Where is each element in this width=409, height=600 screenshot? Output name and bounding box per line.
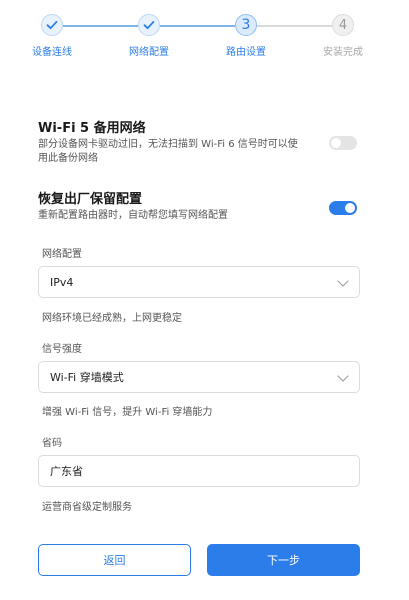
province-hint: 运营商省级定制服务 — [42, 502, 132, 513]
setup-stepper: 设备连线 网络配置 3 路由设置 4 安装完成 — [0, 14, 409, 64]
signal-strength-label: 信号强度 — [42, 344, 82, 355]
toggle-knob — [345, 203, 355, 213]
network-config-label: 网络配置 — [42, 249, 82, 260]
step-check-icon — [41, 14, 63, 36]
toggle-knob — [331, 138, 341, 148]
step-number: 3 — [235, 14, 257, 36]
province-value: 广东省 — [50, 465, 83, 478]
back-button[interactable]: 返回 — [38, 544, 191, 576]
restore-factory-description: 重新配置路由器时，自动帮您填写网络配置 — [38, 210, 228, 221]
network-config-value: IPv4 — [50, 275, 74, 289]
signal-strength-select[interactable]: Wi-Fi 穿墙模式 — [38, 361, 360, 393]
step-label: 路由设置 — [226, 47, 266, 58]
wifi5-backup-description: 部分设备网卡驱动过旧，无法扫描到 Wi-Fi 6 信号时可以使用此备份网络 — [38, 139, 298, 164]
step-number: 4 — [332, 14, 354, 36]
step-network-config: 网络配置 — [109, 14, 189, 58]
chevron-down-icon — [337, 280, 349, 287]
restore-factory-toggle[interactable] — [329, 201, 357, 215]
restore-factory-title: 恢复出厂保留配置 — [38, 192, 143, 207]
step-check-icon — [138, 14, 160, 36]
signal-strength-value: Wi-Fi 穿墙模式 — [50, 371, 124, 384]
signal-strength-hint: 增强 Wi-Fi 信号，提升 Wi-Fi 穿墙能力 — [42, 407, 213, 418]
network-config-select[interactable]: IPv4 — [38, 266, 360, 298]
wifi5-backup-toggle[interactable] — [329, 136, 357, 150]
next-button[interactable]: 下一步 — [207, 544, 360, 576]
step-install-complete: 4 安装完成 — [303, 14, 383, 58]
step-label: 安装完成 — [323, 47, 363, 58]
wifi5-backup-title: Wi-Fi 5 备用网络 — [38, 121, 146, 136]
step-router-settings: 3 路由设置 — [206, 14, 286, 58]
network-config-hint: 网络环境已经成熟，上网更稳定 — [42, 313, 182, 324]
chevron-down-icon — [337, 375, 349, 382]
province-label: 省码 — [42, 438, 62, 449]
province-input[interactable]: 广东省 — [38, 455, 360, 487]
step-label: 设备连线 — [32, 47, 72, 58]
step-label: 网络配置 — [129, 47, 169, 58]
step-device-connection: 设备连线 — [12, 14, 92, 58]
